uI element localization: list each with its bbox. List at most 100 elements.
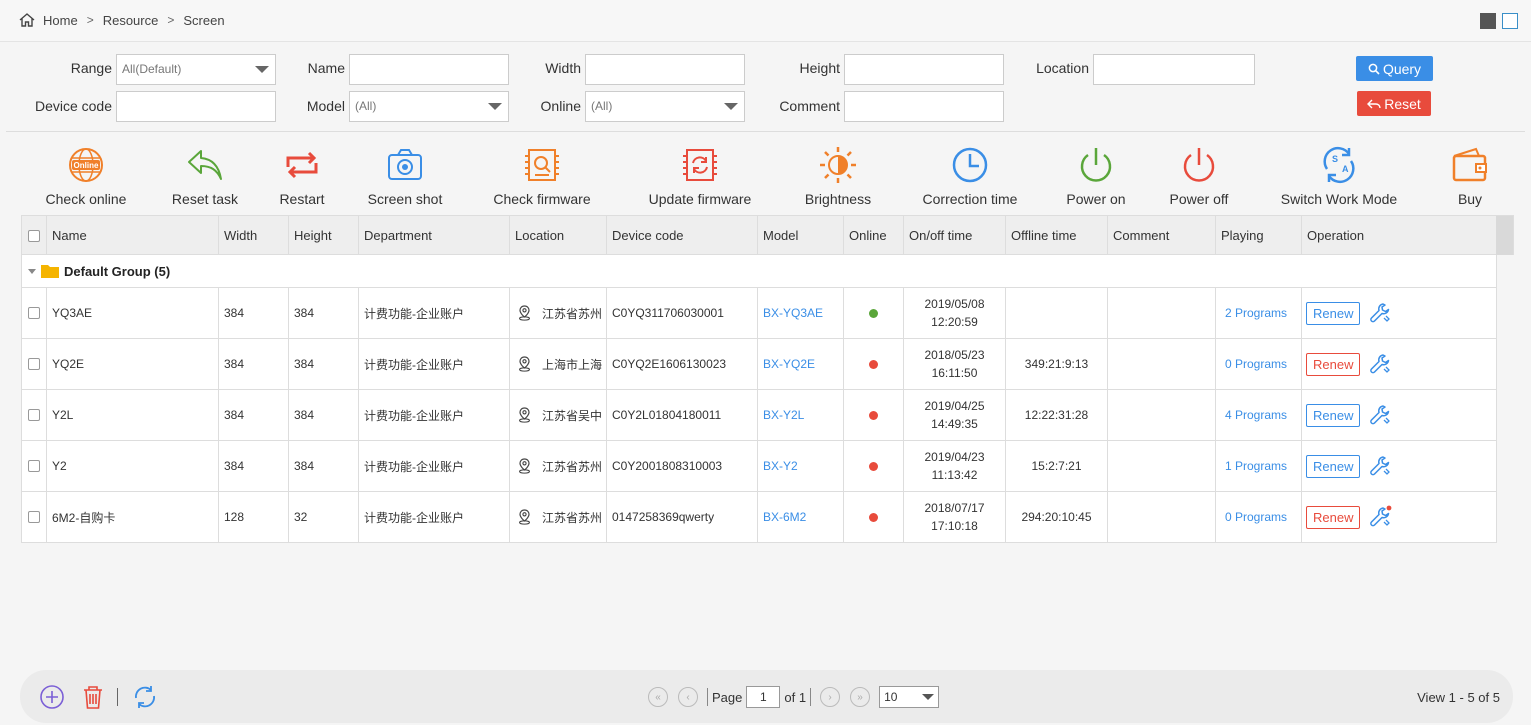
comment-input[interactable] xyxy=(844,91,1004,122)
device-model-link[interactable]: BX-Y2 xyxy=(763,459,798,473)
row-checkbox[interactable] xyxy=(28,511,40,523)
location-input[interactable] xyxy=(1093,54,1255,85)
playing-link[interactable]: 2 Programs xyxy=(1225,306,1287,320)
check-firmware-button[interactable]: Check firmware xyxy=(484,145,600,207)
divider xyxy=(6,131,1525,132)
device-model-link[interactable]: BX-YQ2E xyxy=(763,357,815,371)
last-page-button[interactable]: » xyxy=(850,687,871,707)
playing-link[interactable]: 1 Programs xyxy=(1225,459,1287,473)
update-firmware-button[interactable]: Update firmware xyxy=(638,145,762,207)
switch-work-mode-button[interactable]: SA Switch Work Mode xyxy=(1272,145,1406,207)
power-off-button[interactable]: Power off xyxy=(1162,145,1236,207)
column-header-offline-time[interactable]: Offline time xyxy=(1006,216,1108,255)
column-header-name[interactable]: Name xyxy=(47,216,219,255)
add-icon[interactable] xyxy=(39,684,65,710)
row-checkbox[interactable] xyxy=(28,307,40,319)
table-row[interactable]: 6M2-自购卡 128 32 计费功能-企业账户 江苏省苏州 014725836… xyxy=(21,492,1497,543)
online-status-dot xyxy=(869,410,878,420)
renew-button[interactable]: Renew xyxy=(1306,505,1361,529)
table-row[interactable]: Y2L 384 384 计费功能-企业账户 江苏省吴中 C0Y2L0180418… xyxy=(21,390,1497,441)
row-checkbox[interactable] xyxy=(28,409,40,421)
renew-button[interactable]: Renew xyxy=(1306,403,1361,427)
row-checkbox[interactable] xyxy=(28,358,40,370)
check-online-button[interactable]: Online Check online xyxy=(38,145,134,207)
buy-button[interactable]: Buy xyxy=(1446,145,1494,207)
restart-button[interactable]: Restart xyxy=(270,145,334,207)
location-text: 上海市上海 xyxy=(542,357,603,372)
collapse-icon[interactable] xyxy=(28,269,36,274)
width-input[interactable] xyxy=(585,54,745,85)
reset-button[interactable]: Reset xyxy=(1357,91,1431,116)
column-header-comment[interactable]: Comment xyxy=(1108,216,1216,255)
width-label: Width xyxy=(545,60,581,76)
power-on-button[interactable]: Power on xyxy=(1060,145,1132,207)
page-size-select[interactable]: 10 xyxy=(879,686,940,708)
wrench-icon[interactable] xyxy=(1368,403,1392,427)
onoff-date: 2019/04/25 xyxy=(924,399,985,413)
height-input[interactable] xyxy=(844,54,1004,85)
online-status-cell xyxy=(844,441,904,491)
column-header-department[interactable]: Department xyxy=(359,216,510,255)
table-row[interactable]: YQ2E 384 384 计费功能-企业账户 上海市上海 C0YQ2E16061… xyxy=(21,339,1497,390)
wrench-icon[interactable] xyxy=(1368,454,1392,478)
playing-link[interactable]: 0 Programs xyxy=(1225,357,1287,371)
column-header-online[interactable]: Online xyxy=(844,216,904,255)
pager-divider xyxy=(810,688,812,706)
query-button[interactable]: Query xyxy=(1356,56,1433,81)
column-header-location[interactable]: Location xyxy=(510,216,607,255)
renew-button[interactable]: Renew xyxy=(1306,301,1361,325)
table-row[interactable]: Y2 384 384 计费功能-企业账户 江苏省苏州 C0Y2001808310… xyxy=(21,441,1497,492)
chevron-down-icon xyxy=(922,694,935,700)
page-number-input[interactable]: 1 xyxy=(746,686,781,708)
first-page-button[interactable]: « xyxy=(648,687,668,707)
group-row[interactable]: Default Group (5) xyxy=(21,255,1497,288)
search-icon xyxy=(1368,63,1380,75)
height-label: Height xyxy=(799,60,840,76)
device-model-link[interactable]: BX-Y2L xyxy=(763,408,804,422)
row-checkbox[interactable] xyxy=(28,460,40,472)
wrench-icon[interactable] xyxy=(1368,505,1392,529)
column-header-onoff-time[interactable]: On/off time xyxy=(904,216,1006,255)
column-header-model[interactable]: Model xyxy=(758,216,844,255)
device-code-input[interactable] xyxy=(116,91,276,122)
online-select-value: (All) xyxy=(591,99,613,113)
column-header-playing[interactable]: Playing xyxy=(1216,216,1302,255)
toolbar-label: Check online xyxy=(45,191,127,207)
breadcrumb-home[interactable]: Home xyxy=(43,13,78,28)
device-name: Y2L xyxy=(47,390,219,440)
column-header-width[interactable]: Width xyxy=(219,216,289,255)
online-select[interactable]: (All) xyxy=(585,91,745,122)
model-select[interactable]: (All) xyxy=(349,91,509,122)
device-model-link[interactable]: BX-YQ3AE xyxy=(763,306,823,320)
breadcrumb-resource[interactable]: Resource xyxy=(103,13,159,28)
select-all-checkbox[interactable] xyxy=(28,229,40,242)
refresh-icon[interactable] xyxy=(132,684,158,710)
reset-task-button[interactable]: Reset task xyxy=(160,145,250,207)
screen-shot-button[interactable]: Screen shot xyxy=(360,145,450,207)
grid-view-button[interactable] xyxy=(1480,13,1496,29)
list-view-button[interactable] xyxy=(1502,13,1518,29)
table-row[interactable]: YQ3AE 384 384 计费功能-企业账户 江苏省苏州 C0YQ311706… xyxy=(21,288,1497,339)
column-header-device-code[interactable]: Device code xyxy=(607,216,758,255)
column-header-height[interactable]: Height xyxy=(289,216,359,255)
prev-page-button[interactable]: ‹ xyxy=(678,687,698,707)
renew-button[interactable]: Renew xyxy=(1306,454,1361,478)
select-all-cell xyxy=(22,216,47,255)
range-select[interactable]: All(Default) xyxy=(116,54,276,85)
playing-link[interactable]: 4 Programs xyxy=(1225,408,1287,422)
device-model-link[interactable]: BX-6M2 xyxy=(763,510,806,524)
next-page-button[interactable]: › xyxy=(820,687,841,707)
trash-icon[interactable] xyxy=(80,684,106,710)
onoff-time-cell: 2019/05/08 12:20:59 xyxy=(904,288,1006,338)
wrench-icon[interactable] xyxy=(1368,352,1392,376)
wrench-icon[interactable] xyxy=(1368,301,1392,325)
renew-button[interactable]: Renew xyxy=(1306,352,1361,376)
correction-time-button[interactable]: Correction time xyxy=(912,145,1028,207)
breadcrumb-separator: > xyxy=(167,13,175,27)
home-icon[interactable] xyxy=(18,12,36,28)
name-input[interactable] xyxy=(349,54,509,85)
scrollbar[interactable] xyxy=(1496,216,1513,255)
brightness-button[interactable]: Brightness xyxy=(796,145,880,207)
device-location: 江苏省吴中 xyxy=(510,390,607,440)
playing-link[interactable]: 0 Programs xyxy=(1225,510,1287,524)
